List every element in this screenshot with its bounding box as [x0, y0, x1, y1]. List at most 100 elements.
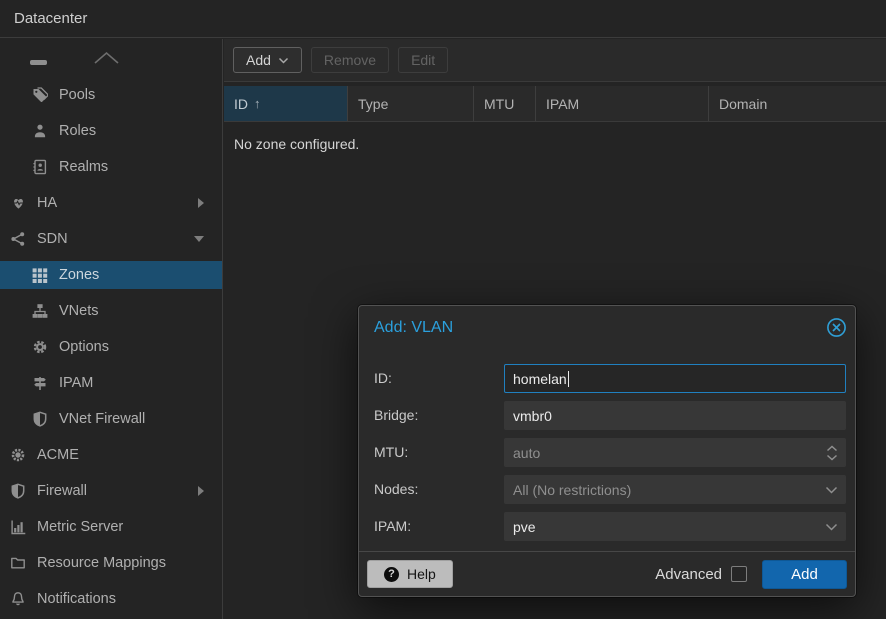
sidebar-item-realms[interactable]: Realms — [0, 153, 222, 181]
sidebar-item-acme[interactable]: ACME — [0, 441, 222, 469]
expand-down-icon — [194, 236, 204, 242]
sidebar-item-zones[interactable]: Zones — [0, 261, 222, 289]
nodes-field-row: Nodes: All (No restrictions) — [374, 475, 846, 504]
sidebar-item-metric-server[interactable]: Metric Server — [0, 513, 222, 541]
sidebar-item-label: Metric Server — [37, 519, 123, 535]
mtu-field-label: MTU: — [374, 438, 504, 467]
zones-toolbar: Add Remove Edit — [224, 39, 886, 82]
sidebar-item-label: ACME — [37, 447, 79, 463]
ipam-select-value: pve — [513, 519, 536, 535]
bridge-input[interactable]: vmbr0 — [504, 401, 846, 430]
sidebar-item-label: Zones — [59, 267, 99, 283]
bridge-field-row: Bridge: vmbr0 — [374, 401, 846, 430]
sidebar-item-ha[interactable]: HA — [0, 189, 222, 217]
sort-ascending-icon: ↑ — [254, 96, 261, 111]
sidebar-item-label: Roles — [59, 123, 96, 139]
remove-button[interactable]: Remove — [311, 47, 389, 73]
column-header-type[interactable]: Type — [348, 86, 474, 121]
certificate-icon — [8, 447, 28, 463]
id-input-value: homelan — [513, 371, 567, 387]
question-circle-icon: ? — [384, 567, 399, 582]
page-title: Datacenter — [14, 10, 87, 27]
ipam-field-row: IPAM: pve — [374, 512, 846, 541]
sidebar-item-label: Pools — [59, 87, 95, 103]
gear-icon — [30, 339, 50, 355]
sidebar-nav: Pools Roles Realms HA SDN Zones VNets Op… — [0, 39, 223, 619]
id-field-row: ID: homelan — [374, 364, 846, 393]
zones-table-header: ID ↑ Type MTU IPAM Domain — [224, 86, 886, 122]
sidebar-item-ipam[interactable]: IPAM — [0, 369, 222, 397]
text-cursor — [568, 371, 570, 387]
add-vlan-dialog: Add: VLAN ID: homelan Bridge: vmbr0 MTU:… — [358, 305, 856, 597]
sidebar-item-label: VNets — [59, 303, 99, 319]
sidebar-item-label: HA — [37, 195, 57, 211]
add-button-label: Add — [246, 52, 271, 68]
sidebar-item-label: SDN — [37, 231, 68, 247]
sidebar-item-partial[interactable] — [0, 45, 222, 69]
dialog-add-button-label: Add — [791, 566, 818, 583]
nodes-select-value: All (No restrictions) — [513, 482, 631, 498]
sidebar-item-notifications[interactable]: Notifications — [0, 585, 222, 613]
empty-table-message: No zone configured. — [224, 122, 886, 152]
sidebar-item-resource-mappings[interactable]: Resource Mappings — [0, 549, 222, 577]
ipam-field-label: IPAM: — [374, 512, 504, 541]
column-header-domain[interactable]: Domain — [709, 86, 886, 121]
edit-button-label: Edit — [411, 52, 435, 68]
sidebar-item-pools[interactable]: Pools — [0, 81, 222, 109]
chevron-down-icon — [278, 57, 289, 64]
bridge-field-label: Bridge: — [374, 401, 504, 430]
nodes-field-label: Nodes: — [374, 475, 504, 504]
help-button[interactable]: ? Help — [367, 560, 453, 588]
sidebar-item-label: Resource Mappings — [37, 555, 166, 571]
remove-button-label: Remove — [324, 52, 376, 68]
bridge-input-value: vmbr0 — [513, 408, 552, 424]
sidebar-item-label: Firewall — [37, 483, 87, 499]
chevron-down-icon[interactable] — [825, 513, 838, 540]
advanced-label: Advanced — [655, 566, 722, 583]
column-header-ipam[interactable]: IPAM — [536, 86, 709, 121]
mtu-input[interactable]: auto — [504, 438, 846, 467]
dialog-body: ID: homelan Bridge: vmbr0 MTU: auto Node… — [359, 350, 855, 541]
mtu-field-row: MTU: auto — [374, 438, 846, 467]
sidebar-item-firewall[interactable]: Firewall — [0, 477, 222, 505]
edit-button[interactable]: Edit — [398, 47, 448, 73]
close-icon[interactable] — [826, 317, 847, 338]
nodes-select[interactable]: All (No restrictions) — [504, 475, 846, 504]
sidebar-item-vnet-firewall[interactable]: VNet Firewall — [0, 405, 222, 433]
sitemap-icon — [30, 303, 50, 319]
sidebar-item-label: VNet Firewall — [59, 411, 145, 427]
grid-icon — [30, 267, 50, 283]
id-field-label: ID: — [374, 364, 504, 393]
column-header-mtu[interactable]: MTU — [474, 86, 536, 121]
sidebar-item-label: Options — [59, 339, 109, 355]
expand-right-icon — [198, 198, 204, 208]
clipped-icon — [30, 60, 47, 65]
chevron-down-icon[interactable] — [825, 476, 838, 503]
spinner-down-icon — [826, 454, 838, 461]
id-input[interactable]: homelan — [504, 364, 846, 393]
user-icon — [30, 123, 50, 139]
dialog-title: Add: VLAN — [374, 319, 453, 336]
tags-icon — [30, 87, 50, 103]
shield-icon — [8, 483, 28, 499]
ipam-select[interactable]: pve — [504, 512, 846, 541]
address-book-icon — [30, 159, 50, 175]
sidebar-item-options[interactable]: Options — [0, 333, 222, 361]
sidebar-item-sdn[interactable]: SDN — [0, 225, 222, 253]
dialog-add-button[interactable]: Add — [762, 560, 847, 589]
advanced-checkbox[interactable] — [731, 566, 747, 582]
sidebar-item-roles[interactable]: Roles — [0, 117, 222, 145]
sidebar-item-label: Notifications — [37, 591, 116, 607]
sidebar-item-vnets[interactable]: VNets — [0, 297, 222, 325]
map-signs-icon — [30, 375, 50, 391]
help-button-label: Help — [407, 566, 436, 582]
dialog-header[interactable]: Add: VLAN — [359, 306, 855, 350]
number-spinner[interactable] — [826, 439, 838, 466]
sidebar-item-label: Realms — [59, 159, 108, 175]
spinner-up-icon — [826, 445, 838, 452]
mtu-input-placeholder: auto — [513, 445, 540, 461]
column-header-id[interactable]: ID ↑ — [224, 86, 348, 121]
bell-icon — [8, 591, 28, 607]
shield-icon — [30, 411, 50, 427]
add-button[interactable]: Add — [233, 47, 302, 73]
